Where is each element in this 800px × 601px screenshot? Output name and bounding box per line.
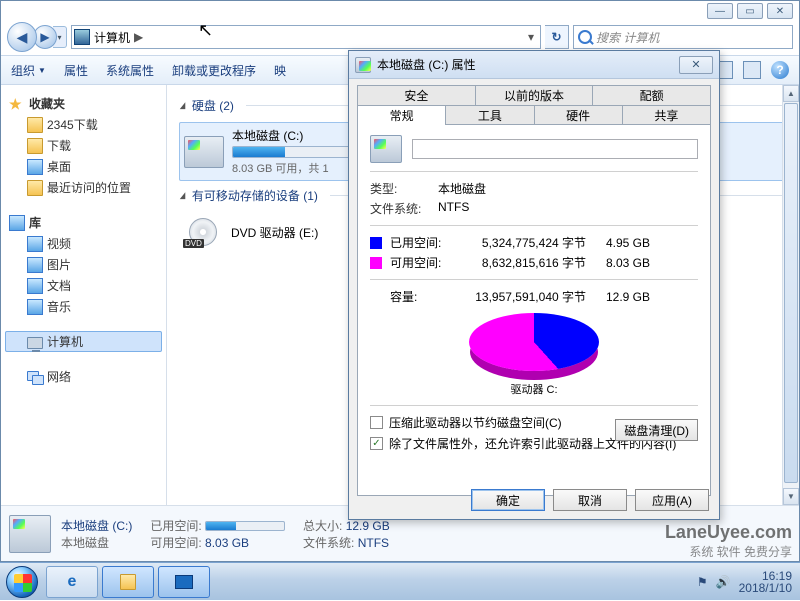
drive-icon (370, 135, 402, 163)
sidebar-item-recent[interactable]: 最近访问的位置 (5, 177, 162, 198)
dvd-name: DVD 驱动器 (E:) (231, 224, 318, 241)
start-orb-icon (6, 566, 38, 598)
scroll-down-icon[interactable]: ▼ (783, 488, 799, 505)
taskbar-app[interactable] (158, 566, 210, 598)
back-button[interactable]: ◀ (7, 22, 37, 52)
drive-icon (355, 57, 371, 73)
dialog-close-button[interactable]: ✕ (679, 56, 713, 74)
folder-icon (120, 574, 136, 590)
scroll-thumb[interactable] (784, 103, 798, 483)
minimize-button[interactable]: — (707, 3, 733, 19)
system-tray: ⚑ 🔊 16:19 2018/1/10 (689, 570, 800, 594)
app-icon (175, 575, 193, 589)
start-button[interactable] (0, 563, 44, 601)
sidebar-item-documents[interactable]: 文档 (5, 275, 162, 296)
vertical-scrollbar[interactable]: ▲ ▼ (782, 85, 799, 505)
refresh-button[interactable]: ↻ (545, 25, 569, 49)
free-space-row: 可用空间: 8,632,815,616 字节 8.03 GB (370, 254, 698, 271)
nav-arrows: ◀ ▶ ▾ (7, 22, 67, 52)
used-space-row: 已用空间: 5,324,775,424 字节 4.95 GB (370, 234, 698, 251)
address-bar[interactable]: 计算机 ▶ ▾ (71, 25, 541, 49)
tab-previous-versions[interactable]: 以前的版本 (476, 85, 594, 105)
taskbar: e ⚑ 🔊 16:19 2018/1/10 (0, 562, 800, 600)
favorites-header[interactable]: ★收藏夹 (5, 93, 162, 114)
tab-body-general: 类型:本地磁盘 文件系统:NTFS 已用空间: 5,324,775,424 字节… (357, 124, 711, 496)
usage-bar-small (205, 521, 285, 531)
nav-bar: ◀ ▶ ▾ 计算机 ▶ ▾ ↻ 搜索 计算机 (1, 21, 799, 53)
capacity-row: 容量: 13,957,591,040 字节 12.9 GB (370, 288, 698, 305)
tray-flag-icon[interactable]: ⚑ (697, 575, 708, 589)
checkbox-checked-icon[interactable]: ✓ (370, 437, 383, 450)
drive-icon (9, 515, 51, 553)
disk-cleanup-button[interactable]: 磁盘清理(D) (615, 419, 698, 441)
sidebar-item-pictures[interactable]: 图片 (5, 254, 162, 275)
cancel-button[interactable]: 取消 (553, 489, 627, 511)
sidebar-item-videos[interactable]: 视频 (5, 233, 162, 254)
tab-general[interactable]: 常规 (357, 105, 446, 125)
tab-security[interactable]: 安全 (357, 85, 476, 105)
organize-menu[interactable]: 组织▼ (11, 62, 46, 79)
apply-button[interactable]: 应用(A) (635, 489, 709, 511)
address-text: 计算机 (94, 29, 130, 46)
tab-sharing[interactable]: 共享 (623, 105, 711, 125)
sidebar-item-music[interactable]: 音乐 (5, 296, 162, 317)
disk-usage-pie: 驱动器 C: (370, 313, 698, 397)
tab-tools[interactable]: 工具 (446, 105, 534, 125)
sidebar: ★收藏夹 2345下载 下载 桌面 最近访问的位置 库 视频 图片 文档 音乐 … (1, 85, 167, 505)
taskbar-explorer[interactable] (102, 566, 154, 598)
used-color-swatch (370, 237, 382, 249)
tray-volume-icon[interactable]: 🔊 (716, 575, 731, 589)
search-input[interactable]: 搜索 计算机 (573, 25, 793, 49)
system-properties-button[interactable]: 系统属性 (106, 62, 154, 79)
sidebar-item-network[interactable]: 网络 (5, 366, 162, 387)
taskbar-ie[interactable]: e (46, 566, 98, 598)
sidebar-item-computer[interactable]: 计算机 (5, 331, 162, 352)
dialog-buttons: 确定 取消 应用(A) (471, 489, 709, 511)
drive-icon (184, 136, 224, 168)
sidebar-item-2345[interactable]: 2345下载 (5, 114, 162, 135)
close-button[interactable]: ✕ (767, 3, 793, 19)
scroll-up-icon[interactable]: ▲ (783, 85, 799, 102)
computer-icon (74, 29, 90, 45)
checkbox-unchecked-icon[interactable] (370, 416, 383, 429)
help-icon[interactable]: ? (771, 61, 789, 79)
volume-label-input[interactable] (412, 139, 698, 159)
dialog-titlebar[interactable]: 本地磁盘 (C:) 属性 ✕ (349, 51, 719, 79)
tab-quota[interactable]: 配额 (593, 85, 711, 105)
ok-button[interactable]: 确定 (471, 489, 545, 511)
libraries-header[interactable]: 库 (5, 212, 162, 233)
sidebar-item-downloads[interactable]: 下载 (5, 135, 162, 156)
det-type: 本地磁盘 (61, 536, 109, 550)
search-icon (578, 30, 592, 44)
tab-hardware[interactable]: 硬件 (535, 105, 623, 125)
address-dropdown-icon[interactable]: ▾ (524, 30, 538, 44)
computer-icon (27, 337, 43, 349)
search-placeholder: 搜索 计算机 (596, 29, 659, 46)
dvd-icon: DVD (183, 216, 223, 248)
window-controls: — ▭ ✕ (707, 3, 793, 19)
tab-container: 安全 以前的版本 配额 常规 工具 硬件 共享 类型:本地磁盘 文件系统:NTF… (349, 79, 719, 496)
free-color-swatch (370, 257, 382, 269)
clock[interactable]: 16:19 2018/1/10 (739, 570, 792, 594)
preview-pane-icon[interactable] (743, 61, 761, 79)
maximize-button[interactable]: ▭ (737, 3, 763, 19)
det-name: 本地磁盘 (C:) (61, 519, 132, 533)
map-drive-button[interactable]: 映 (274, 62, 286, 79)
dialog-title: 本地磁盘 (C:) 属性 (377, 56, 476, 73)
properties-button[interactable]: 属性 (64, 62, 88, 79)
uninstall-button[interactable]: 卸载或更改程序 (172, 62, 256, 79)
sidebar-item-desktop[interactable]: 桌面 (5, 156, 162, 177)
properties-dialog: 本地磁盘 (C:) 属性 ✕ 安全 以前的版本 配额 常规 工具 硬件 共享 类… (348, 50, 720, 520)
network-icon (27, 371, 43, 383)
breadcrumb-sep-icon: ▶ (134, 30, 143, 44)
ie-icon: e (68, 573, 77, 591)
